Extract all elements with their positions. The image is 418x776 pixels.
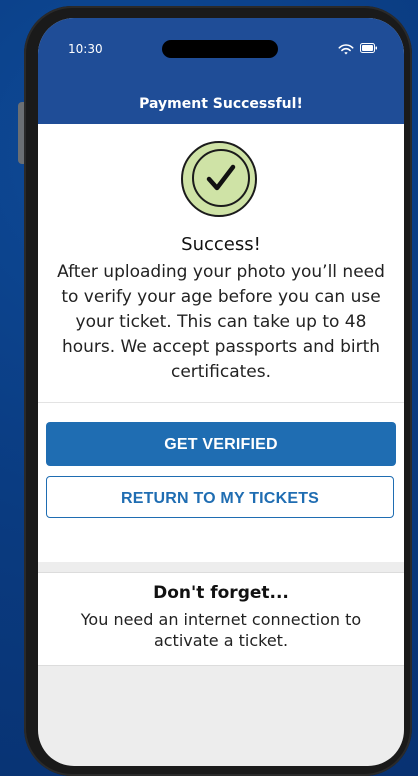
success-title: Success! (181, 234, 261, 255)
reminder-title: Don't forget... (153, 583, 289, 603)
divider (38, 402, 404, 403)
get-verified-button[interactable]: GET VERIFIED (46, 422, 396, 466)
phone-screen: 10:30 Payment Successful! Success! After… (38, 18, 404, 766)
page-header: Payment Successful! (38, 84, 404, 124)
return-to-my-tickets-button[interactable]: RETURN TO MY TICKETS (46, 476, 394, 518)
page-title: Payment Successful! (139, 96, 303, 112)
checkmark-circle-icon (181, 141, 257, 217)
battery-icon (360, 43, 377, 53)
reminder-card: Don't forget... You need an internet con… (38, 572, 404, 666)
success-message: After uploading your photo you’ll need t… (57, 262, 385, 382)
success-card: Success! After uploading your photo you’… (38, 124, 404, 562)
phone-notch (162, 40, 278, 58)
status-bar: 10:30 (38, 18, 404, 84)
reminder-message: You need an internet connection to activ… (80, 610, 362, 650)
wifi-icon (338, 44, 354, 55)
status-time: 10:30 (68, 42, 103, 56)
